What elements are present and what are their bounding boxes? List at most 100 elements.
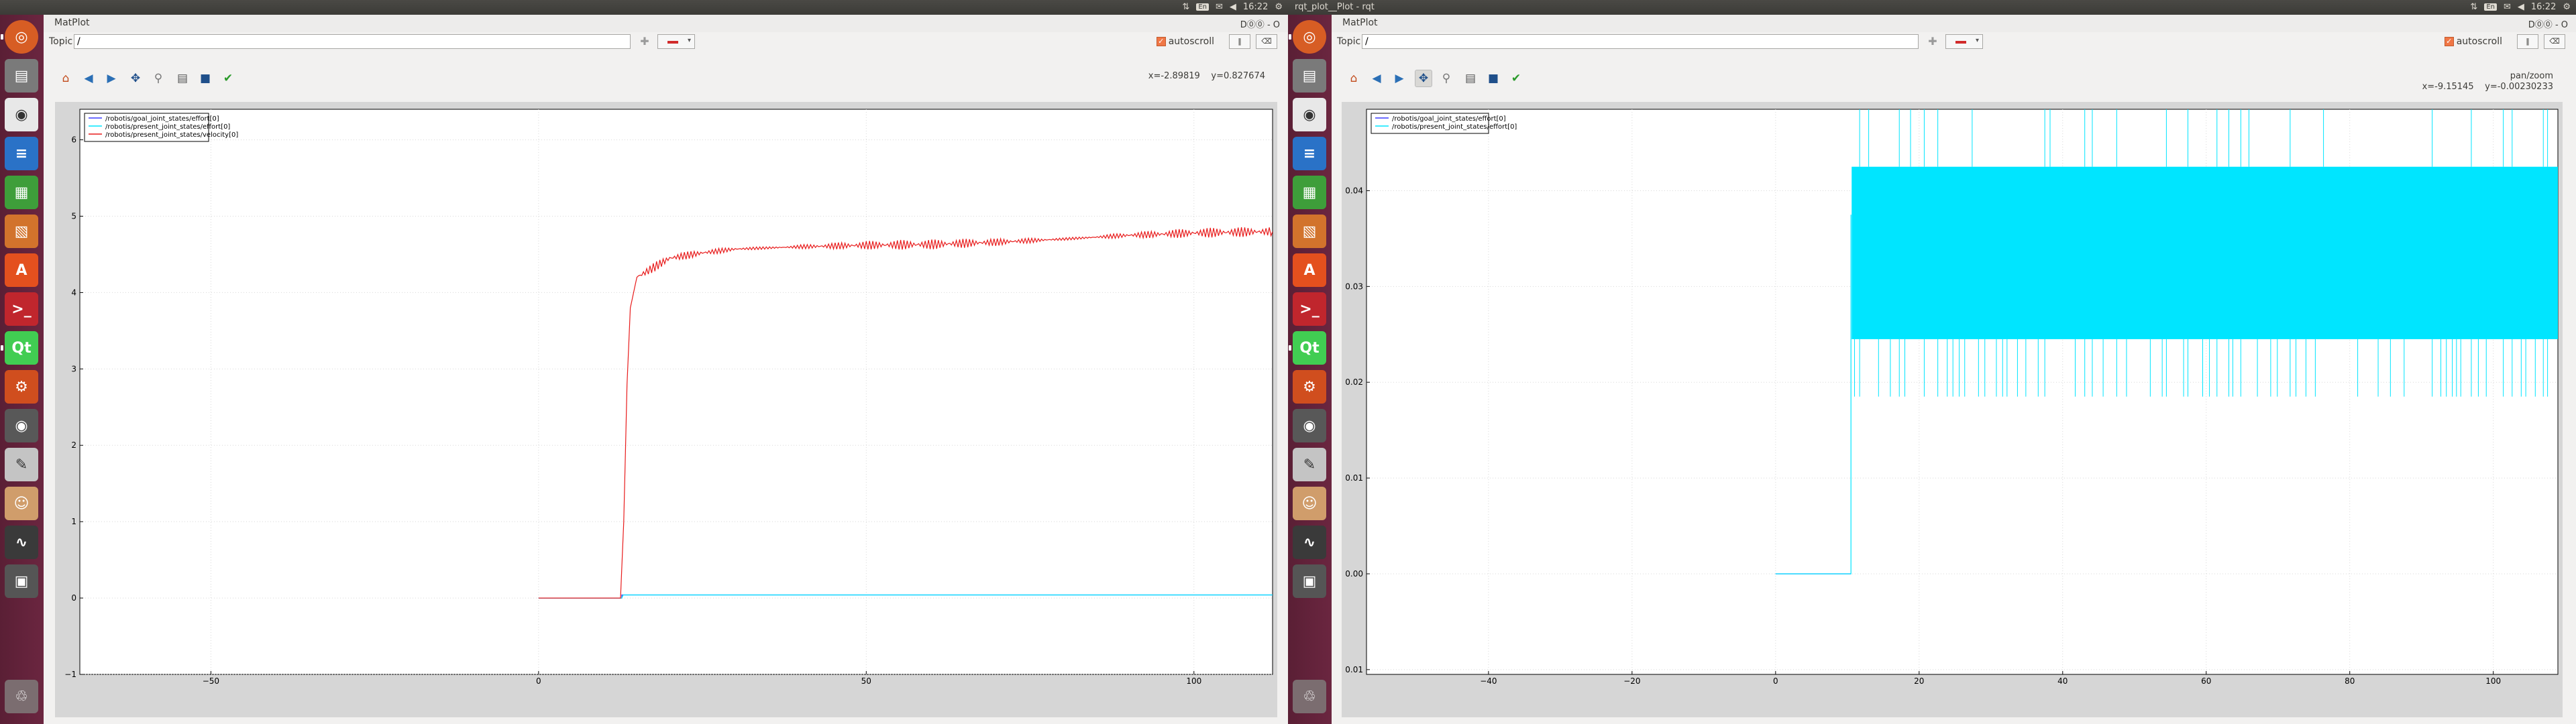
forward-icon[interactable]: ▶ <box>1391 70 1408 87</box>
x-tick-label: −20 <box>1623 676 1640 686</box>
y-tick-label: 3 <box>71 364 76 373</box>
plot-canvas[interactable]: −40 −20 0 20 40 60 80 100 0.01 0.00 0.01 0.02 0.03 0.… <box>1342 102 2563 717</box>
topic-label: Topic <box>1337 36 1361 47</box>
software-center-icon[interactable]: A <box>1293 253 1326 287</box>
y-tick-label: 2 <box>71 440 76 450</box>
ubuntu-dash-icon[interactable]: ◎ <box>5 20 38 54</box>
remove-topic-button[interactable]: ▾ <box>657 34 695 49</box>
clear-button[interactable]: ⌫ <box>2544 34 2565 49</box>
pause-button[interactable]: ‖ <box>2517 34 2538 49</box>
terminal-icon[interactable]: >_ <box>5 292 38 326</box>
software-center-icon[interactable]: A <box>5 253 38 287</box>
text-editor-icon[interactable]: ✎ <box>5 448 38 481</box>
panel-controls[interactable]: D⓪⓪ - O <box>1240 17 1280 30</box>
back-icon[interactable]: ◀ <box>80 70 97 87</box>
network-icon[interactable]: ⇅ <box>2470 2 2477 12</box>
eye-icon[interactable]: ◉ <box>1293 409 1326 442</box>
pan-icon[interactable]: ✥ <box>127 70 144 87</box>
clear-button[interactable]: ⌫ <box>1256 34 1277 49</box>
back-icon[interactable]: ◀ <box>1368 70 1385 87</box>
clock[interactable]: 16:22 <box>1243 2 1268 12</box>
text-editor-icon[interactable]: ✎ <box>1293 448 1326 481</box>
matplotlib-toolbar: ⌂ ◀ ▶ ✥ ⚲ ▤ ■ ✔ pan/zoom x=-9.15145 y=-0… <box>1332 66 2576 93</box>
keyboard-layout-indicator[interactable]: En <box>2484 3 2497 11</box>
autoscroll-checkbox[interactable]: ✓ autoscroll <box>1156 36 1214 47</box>
edit-curves-icon[interactable]: ✔ <box>219 70 237 87</box>
configure-subplots-icon[interactable]: ▤ <box>1462 70 1479 87</box>
volume-icon[interactable]: ◀ <box>1230 2 1236 12</box>
edit-curves-icon[interactable]: ✔ <box>1507 70 1525 87</box>
trash-icon[interactable]: ♲ <box>1293 680 1326 713</box>
pause-button[interactable]: ‖ <box>1229 34 1250 49</box>
autoscroll-checkbox[interactable]: ✓ autoscroll <box>2444 36 2502 47</box>
ubuntu-dash-icon[interactable]: ◎ <box>1293 20 1326 54</box>
qt-creator-icon[interactable]: Qt <box>5 331 38 365</box>
chrome-icon[interactable]: ◉ <box>1293 98 1326 131</box>
legend-label: /robotis/goal_joint_states/effort[0] <box>1392 115 1506 123</box>
system-tray: ⇅ En ✉ ◀ 16:22 ⚙ <box>2470 2 2571 12</box>
cursor-y: y=0.827674 <box>1211 71 1265 81</box>
keyboard-layout-indicator[interactable]: En <box>1196 3 1209 11</box>
pan-icon[interactable]: ✥ <box>1415 70 1432 87</box>
autoscroll-label: autoscroll <box>1168 36 1214 47</box>
topic-input[interactable] <box>1362 34 1919 49</box>
home-icon[interactable]: ⌂ <box>57 70 74 87</box>
writer-icon[interactable]: ≡ <box>1293 137 1326 170</box>
add-topic-button[interactable]: ✚ <box>1925 35 1940 48</box>
remove-topic-button[interactable]: ▾ <box>1945 34 1983 49</box>
system-settings-icon[interactable]: ⚙ <box>5 370 38 404</box>
y-tick-label: 0.01 <box>1345 665 1363 674</box>
home-icon[interactable]: ⌂ <box>1345 70 1362 87</box>
files-icon[interactable]: ▤ <box>1293 59 1326 93</box>
forward-icon[interactable]: ▶ <box>103 70 120 87</box>
qt-creator-icon[interactable]: Qt <box>1293 331 1326 365</box>
zoom-icon[interactable]: ⚲ <box>1438 70 1455 87</box>
x-tick-label: −40 <box>1480 676 1497 686</box>
checkbox-checked-icon[interactable]: ✓ <box>1156 37 1166 46</box>
top-menu-bar: rqt_plot__Plot - rqt ⇅ En ✉ ◀ 16:22 ⚙ <box>1288 0 2576 15</box>
y-tick-label: 4 <box>71 288 76 297</box>
save-icon[interactable]: ■ <box>197 70 214 87</box>
panel-controls[interactable]: D⓪⓪ - O <box>2528 17 2568 30</box>
volume-icon[interactable]: ◀ <box>2518 2 2524 12</box>
workspace-switcher-icon[interactable]: ▣ <box>5 564 38 598</box>
workspace-switcher-icon[interactable]: ▣ <box>1293 564 1326 598</box>
y-tick-label: 5 <box>71 211 76 221</box>
line-chart-right[interactable]: −40 −20 0 20 40 60 80 100 0.01 0.00 0.01 0.02 0.03 0.… <box>1342 102 2563 717</box>
plot-canvas[interactable]: −50 0 50 100 −1 0 1 2 3 4 5 6/robotis/goal_joint_st… <box>55 102 1277 717</box>
panel-title: MatPlot <box>54 17 90 28</box>
line-chart-left[interactable]: −50 0 50 100 −1 0 1 2 3 4 5 6/robotis/goal_joint_st… <box>55 102 1277 717</box>
system-monitor-icon[interactable]: ∿ <box>1293 526 1326 559</box>
configure-subplots-icon[interactable]: ▤ <box>174 70 191 87</box>
y-tick-label: 1 <box>71 517 76 526</box>
plot-area <box>79 109 1273 675</box>
mail-icon[interactable]: ✉ <box>1216 2 1223 12</box>
trash-icon[interactable]: ♲ <box>5 680 38 713</box>
gear-icon[interactable]: ⚙ <box>2563 2 2571 12</box>
impress-icon[interactable]: ▧ <box>5 215 38 248</box>
writer-icon[interactable]: ≡ <box>5 137 38 170</box>
files-icon[interactable]: ▤ <box>5 59 38 93</box>
calc-icon[interactable]: ▦ <box>1293 176 1326 209</box>
save-icon[interactable]: ■ <box>1485 70 1502 87</box>
system-settings-icon[interactable]: ⚙ <box>1293 370 1326 404</box>
launcher: ◎ ▤ ◉ ≡ ▦ ▧ A >_ Qt ⚙ ◉ ✎ ☺ ∿ ▣ ♲ <box>0 15 44 724</box>
user-icon[interactable]: ☺ <box>1293 487 1326 520</box>
network-icon[interactable]: ⇅ <box>1182 2 1189 12</box>
calc-icon[interactable]: ▦ <box>5 176 38 209</box>
chrome-icon[interactable]: ◉ <box>5 98 38 131</box>
running-indicator <box>1289 34 1291 40</box>
eye-icon[interactable]: ◉ <box>5 409 38 442</box>
user-icon[interactable]: ☺ <box>5 487 38 520</box>
topic-input[interactable] <box>74 34 631 49</box>
add-topic-button[interactable]: ✚ <box>637 35 652 48</box>
impress-icon[interactable]: ▧ <box>1293 215 1326 248</box>
gear-icon[interactable]: ⚙ <box>1275 2 1283 12</box>
window-title: rqt_plot__Plot - rqt <box>1295 2 1375 12</box>
system-monitor-icon[interactable]: ∿ <box>5 526 38 559</box>
mail-icon[interactable]: ✉ <box>2504 2 2511 12</box>
zoom-icon[interactable]: ⚲ <box>150 70 167 87</box>
clock[interactable]: 16:22 <box>2531 2 2556 12</box>
terminal-icon[interactable]: >_ <box>1293 292 1326 326</box>
checkbox-checked-icon[interactable]: ✓ <box>2444 37 2454 46</box>
